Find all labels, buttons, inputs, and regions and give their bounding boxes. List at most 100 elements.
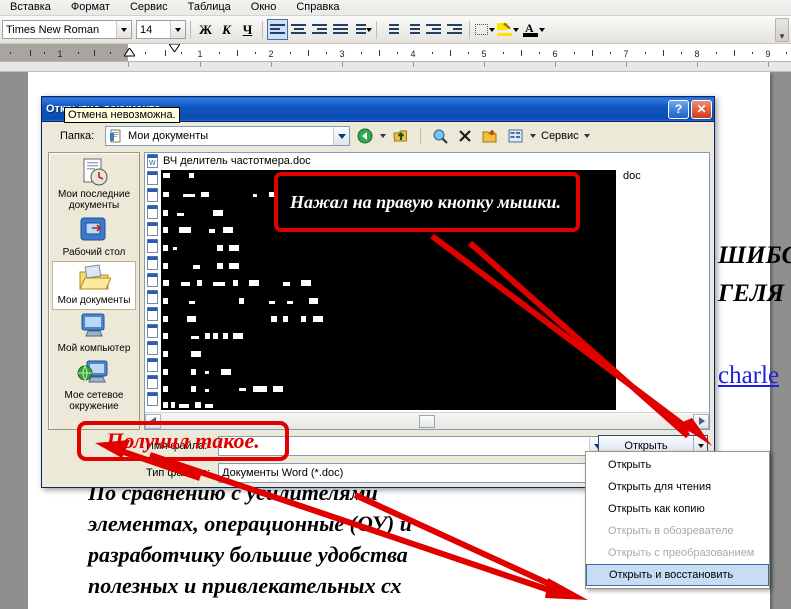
- new-folder-icon[interactable]: [480, 126, 500, 146]
- menu-item-table[interactable]: Таблица: [178, 0, 241, 15]
- menu-item-help[interactable]: Справка: [286, 0, 349, 15]
- file-list-item[interactable]: [145, 221, 160, 237]
- menu-item-open-and-repair[interactable]: Открыть и восстановить: [586, 564, 769, 586]
- font-name-combo[interactable]: Times New Roman: [2, 20, 132, 39]
- borders-button[interactable]: [474, 19, 495, 40]
- open-dropdown-menu[interactable]: Открыть Открыть для чтения Открыть как к…: [585, 451, 770, 589]
- word-document-icon: [147, 324, 160, 338]
- horizontal-ruler[interactable]: 1 1 2 3 4 5 6 7 8 9: [0, 44, 791, 62]
- file-list-item[interactable]: [145, 238, 160, 254]
- views-icon[interactable]: [505, 126, 525, 146]
- line-spacing-button[interactable]: [351, 19, 372, 40]
- first-line-indent-marker[interactable]: [169, 44, 180, 52]
- decrease-indent-button[interactable]: [423, 19, 444, 40]
- ruler-tick-5: 5: [481, 49, 487, 59]
- sidebar-item-desktop[interactable]: Рабочий стол: [52, 214, 136, 261]
- search-web-icon[interactable]: [430, 126, 450, 146]
- delete-icon[interactable]: [455, 126, 475, 146]
- file-type-select[interactable]: Документы Word (*.doc): [218, 463, 606, 483]
- menu-item-insert[interactable]: Вставка: [0, 0, 61, 15]
- bold-button[interactable]: Ж: [195, 19, 216, 40]
- recent-documents-icon: [77, 158, 111, 188]
- file-list-item[interactable]: [145, 374, 160, 390]
- menu-item-open-read-only[interactable]: Открыть для чтения: [586, 476, 769, 498]
- hanging-indent-marker[interactable]: [124, 48, 135, 58]
- menu-item-format[interactable]: Формат: [61, 0, 120, 15]
- look-in-label: Папка:: [60, 130, 95, 142]
- file-list-item[interactable]: [145, 391, 160, 407]
- help-button[interactable]: ?: [668, 99, 689, 119]
- document-hyperlink[interactable]: charle: [718, 362, 779, 390]
- menu-item-open[interactable]: Открыть: [586, 454, 769, 476]
- numbered-list-button[interactable]: [381, 19, 402, 40]
- align-center-button[interactable]: [288, 19, 309, 40]
- document-body-line-4: полезных и привлекательных сх: [88, 573, 402, 598]
- file-type-label: Тип файлов:: [146, 467, 211, 479]
- file-list-item[interactable]: [145, 306, 160, 322]
- file-list-item[interactable]: [145, 289, 160, 305]
- back-icon[interactable]: [355, 126, 375, 146]
- align-right-button[interactable]: [309, 19, 330, 40]
- sidebar-item-label: Мои последние документы: [57, 189, 131, 211]
- file-list-item[interactable]: [145, 255, 160, 271]
- formatting-toolbar: Times New Roman 14 Ж К Ч A: [0, 16, 791, 44]
- annotation-note-2-line: Получил такое.: [106, 428, 260, 453]
- file-list-item[interactable]: [145, 204, 160, 220]
- highlight-button[interactable]: [495, 19, 521, 40]
- file-list-item[interactable]: [145, 323, 160, 339]
- italic-button[interactable]: К: [216, 19, 237, 40]
- align-left-button[interactable]: [267, 19, 288, 40]
- scrollbar-grip[interactable]: [419, 414, 435, 428]
- align-center-icon: [291, 23, 306, 36]
- sidebar-item-network-places[interactable]: Мое сетевое окружение: [52, 357, 136, 415]
- word-document-icon: [147, 273, 160, 287]
- file-list-item[interactable]: [145, 357, 160, 373]
- menu-bar: Вставка Формат Сервис Таблица Окно Справ…: [0, 0, 791, 16]
- underline-button[interactable]: Ч: [237, 19, 258, 40]
- align-justify-icon: [333, 23, 348, 36]
- file-list-item[interactable]: W ВЧ делитель частотмера.doc: [145, 153, 709, 169]
- file-type-row: Тип файлов: Документы Word (*.doc): [146, 462, 606, 484]
- sidebar-item-recent-documents[interactable]: Мои последние документы: [52, 156, 136, 214]
- file-list-item[interactable]: [145, 272, 160, 288]
- sidebar-item-label: Мои документы: [57, 295, 131, 306]
- tooltip: Отмена невозможна.: [64, 107, 180, 123]
- chevron-down-icon[interactable]: [116, 21, 131, 38]
- numbered-list-icon: [384, 23, 399, 36]
- align-left-icon: [270, 23, 285, 36]
- up-one-level-icon[interactable]: [391, 126, 411, 146]
- font-size-combo[interactable]: 14: [136, 20, 186, 39]
- ruler-tick-7: 7: [623, 49, 629, 59]
- chevron-down-icon[interactable]: [170, 21, 185, 38]
- align-justify-button[interactable]: [330, 19, 351, 40]
- look-in-combo[interactable]: Мои документы: [105, 126, 350, 146]
- font-color-button[interactable]: A: [521, 19, 547, 40]
- chevron-down-icon[interactable]: [583, 134, 590, 138]
- document-body-line-3: разработчику большие удобства: [88, 542, 408, 567]
- document-fragment-2: ГЕЛЯ: [718, 280, 785, 307]
- chevron-down-icon[interactable]: [380, 134, 386, 138]
- menu-item-service[interactable]: Сервис: [120, 0, 178, 15]
- word-document-icon: [147, 290, 160, 304]
- annotation-note-1: Нажал на правую кнопку мышки.: [274, 172, 580, 232]
- sidebar-item-label: Мое сетевое окружение: [64, 390, 124, 412]
- menu-item-open-as-copy[interactable]: Открыть как копию: [586, 498, 769, 520]
- ruler-tick-2: 2: [268, 49, 274, 59]
- sidebar-item-my-computer[interactable]: Мой компьютер: [52, 310, 136, 357]
- file-list-item[interactable]: [145, 170, 160, 186]
- increase-indent-button[interactable]: [444, 19, 465, 40]
- bulleted-list-button[interactable]: [402, 19, 423, 40]
- menu-item-window[interactable]: Окно: [241, 0, 287, 15]
- ruler-tick-6: 6: [552, 49, 558, 59]
- toolbar-overflow-button[interactable]: ▾: [775, 18, 789, 42]
- chevron-down-icon[interactable]: [530, 134, 536, 138]
- close-button[interactable]: ✕: [691, 99, 712, 119]
- network-places-icon: [77, 359, 111, 389]
- file-list-item[interactable]: [145, 187, 160, 203]
- sidebar-item-my-documents[interactable]: Мои документы: [52, 261, 136, 310]
- file-name: ВЧ делитель частотмера.doc: [163, 155, 311, 167]
- chevron-down-icon[interactable]: [333, 127, 349, 145]
- scroll-right-button[interactable]: [693, 413, 709, 429]
- file-list-item[interactable]: [145, 340, 160, 356]
- tools-menu[interactable]: Сервис: [541, 130, 579, 142]
